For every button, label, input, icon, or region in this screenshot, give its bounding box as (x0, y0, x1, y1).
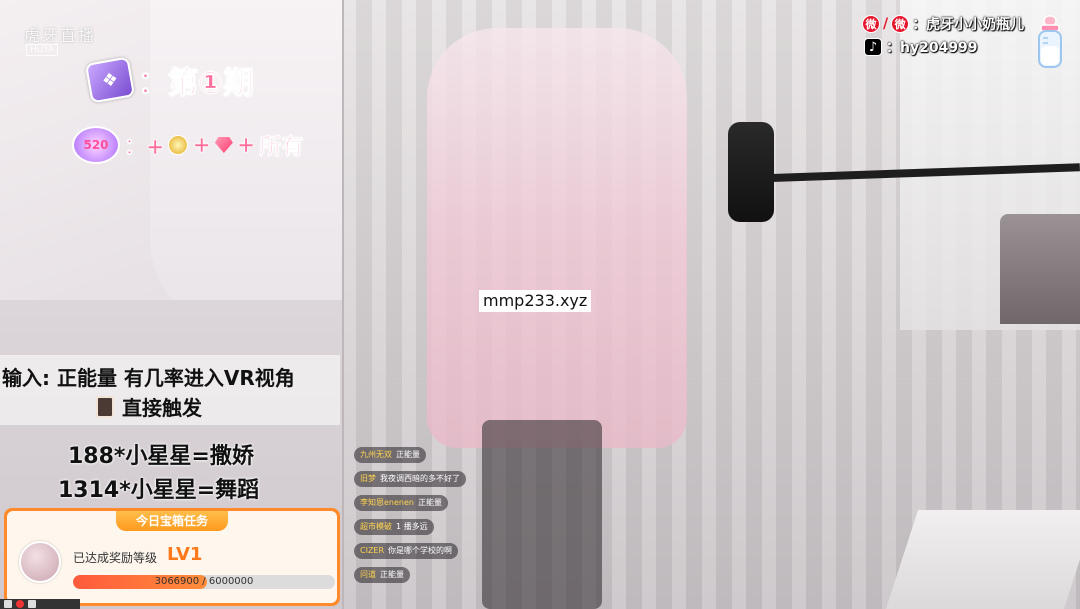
chat-user[interactable]: CIZER (360, 545, 384, 557)
gem-icon (214, 137, 233, 153)
slash-separator: / (883, 16, 889, 32)
chat-bubble: 问道 正能量 (354, 567, 410, 583)
gaming-chair (427, 28, 687, 448)
weibo-icon: 微 (891, 15, 910, 33)
task-progress-text: 3066900 / 6000000 (154, 576, 254, 587)
chat-text: 1 播多远 (396, 522, 428, 531)
task-level-value: LV1 (167, 544, 203, 565)
episode-label: ：第①期 (137, 66, 254, 102)
weibo-icon: 微 (862, 15, 880, 33)
chat-text: 你是哪个学校的啊 (388, 546, 453, 555)
task-panel-body: 今日宝箱任务 已达成奖励等级 LV1 3066900 / 6000000 (7, 511, 337, 603)
coin-icon (168, 135, 189, 155)
weibo-row: 微 / 微 ：虎牙小小奶瓶儿 (862, 14, 1024, 34)
gift-rule-tail: 所有 (259, 135, 304, 161)
gift-rule-row: 520 ：+ + + 所有 (72, 126, 304, 164)
settings-icon[interactable] (28, 600, 36, 608)
pane-divider (342, 0, 344, 609)
price-line: 1314*小星星=舞蹈 (58, 478, 260, 503)
chat-user[interactable]: 李知恩enenen (360, 497, 414, 509)
danmaku-chat: 九州无双 正能量 旧梦 我夜调西暗的多不好了 李知恩enenen 正能量 超市模… (354, 446, 494, 590)
douyin-row: ♪ ：hy204999 (864, 37, 978, 57)
chat-message: CIZER 你是哪个学校的啊 (354, 542, 494, 560)
chat-message: 超市模破 1 播多远 (354, 518, 494, 536)
chat-bubble: 超市模破 1 播多远 (354, 519, 434, 535)
task-progress-bar: 3066900 / 6000000 (73, 575, 335, 589)
gift-box-icon (96, 395, 114, 418)
desk (885, 510, 1080, 609)
chat-message: 问道 正能量 (354, 566, 494, 584)
instruction-line-1: 输入: 正能量 有几率进入VR视角 (2, 366, 295, 390)
chat-bubble: 九州无双 正能量 (354, 447, 426, 463)
chat-user[interactable]: 九州无双 (360, 449, 392, 461)
chat-text: 我夜调西暗的多不好了 (380, 474, 460, 483)
instruction-line-2-text: 直接触发 (122, 396, 202, 420)
chat-message: 旧梦 我夜调西暗的多不好了 (354, 470, 494, 488)
site-watermark: mmp233.xyz (479, 290, 592, 312)
douyin-id: ：hy204999 (886, 40, 978, 56)
chat-user[interactable]: 问道 (360, 569, 376, 581)
price-line: 188*小星星=撒娇 (68, 444, 254, 469)
chat-bubble: 李知恩enenen 正能量 (354, 495, 448, 511)
chat-text: 正能量 (417, 498, 442, 507)
chat-bubble: CIZER 你是哪个学校的啊 (354, 543, 459, 559)
play-icon[interactable] (4, 600, 12, 608)
chat-user[interactable]: 超市模破 (360, 521, 392, 533)
platform-logo: 虎牙直播 (24, 26, 97, 45)
chair-base (482, 420, 602, 609)
lampshade (1000, 214, 1080, 324)
gift-rule-plus-2: + (236, 132, 256, 158)
gift-rule-prefix: ：+ (124, 135, 165, 161)
avatar (19, 541, 61, 583)
chat-user[interactable]: 旧梦 (360, 473, 376, 485)
task-level-label: 已达成奖励等级 (73, 551, 158, 565)
room-wall (150, 0, 342, 330)
chat-bubble: 旧梦 我夜调西暗的多不好了 (354, 471, 466, 487)
record-icon[interactable] (16, 600, 24, 608)
gift-badge-icon: 520 (72, 126, 120, 164)
player-mini-controls[interactable] (0, 599, 80, 609)
weibo-name: ：虎牙小小奶瓶儿 (912, 17, 1025, 33)
gift-rule-plus: + (192, 132, 211, 158)
baby-bottle-icon (1038, 15, 1062, 68)
purple-book-icon: ❖ (84, 56, 136, 104)
chat-message: 李知恩enenen 正能量 (354, 494, 494, 512)
douyin-icon: ♪ (864, 38, 882, 56)
episode-row: ❖ ：第①期 (84, 56, 254, 104)
chat-message: 九州无双 正能量 (354, 446, 494, 464)
task-panel-title: 今日宝箱任务 (115, 511, 229, 531)
instruction-line-2: 直接触发 (96, 392, 202, 421)
chat-text: 正能量 (380, 570, 404, 579)
microphone-icon (728, 122, 774, 222)
chat-text: 正能量 (396, 450, 420, 459)
platform-logo-sub: HUYA (26, 44, 59, 56)
treasure-task-panel[interactable]: 今日宝箱任务 已达成奖励等级 LV1 3066900 / 6000000 (4, 508, 340, 606)
